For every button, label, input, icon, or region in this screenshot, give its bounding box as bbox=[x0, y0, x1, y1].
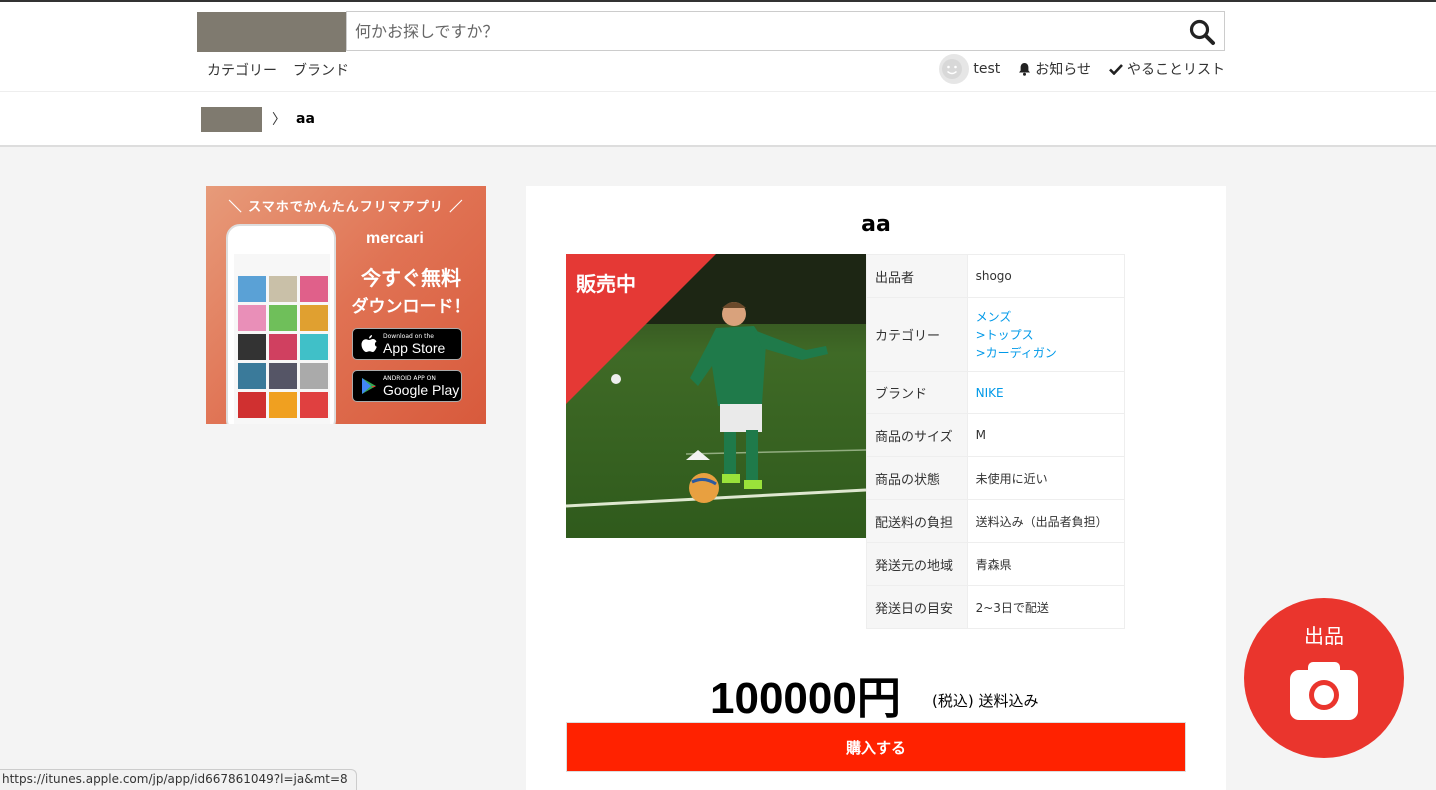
detail-label: 商品の状態 bbox=[866, 456, 968, 500]
item-details-table: 出品者 shogo カテゴリー メンズ >トップス >カーディガン ブランド N… bbox=[866, 254, 1126, 629]
mercari-logo: mercari bbox=[366, 230, 424, 247]
detail-row-condition: 商品の状態 未使用に近い bbox=[866, 456, 1126, 500]
detail-row-ship-days: 発送日の目安 2~3日で配送 bbox=[866, 585, 1126, 629]
category-links: メンズ >トップス >カーディガン bbox=[966, 297, 1126, 372]
apple-icon bbox=[361, 335, 377, 352]
ship-from-value: 青森県 bbox=[966, 542, 1126, 586]
sell-label: 出品 bbox=[1304, 624, 1344, 648]
item-price: 100000円 bbox=[710, 674, 901, 723]
smiley-icon bbox=[942, 59, 963, 79]
on-sale-badge: 販売中 bbox=[576, 272, 636, 296]
detail-label: 出品者 bbox=[866, 254, 968, 298]
ad-tagline: ＼ スマホでかんたんフリマアプリ ／ bbox=[228, 200, 464, 215]
site-header: カテゴリー ブランド test お知らせ bbox=[0, 0, 1436, 92]
ship-days-value: 2~3日で配送 bbox=[966, 585, 1126, 629]
detail-label: ブランド bbox=[866, 371, 968, 414]
breadcrumb-home-link[interactable] bbox=[201, 107, 262, 132]
avatar bbox=[939, 54, 970, 84]
search-input[interactable] bbox=[347, 12, 1167, 50]
detail-row-shipping-fee: 配送料の負担 送料込み（出品者負担） bbox=[866, 499, 1126, 543]
size-value: M bbox=[966, 413, 1126, 457]
item-title: aa bbox=[861, 212, 891, 237]
detail-label: 商品のサイズ bbox=[866, 413, 968, 457]
detail-label: 配送料の負担 bbox=[866, 499, 968, 543]
price-row: 100000円 (税込) 送料込み bbox=[526, 662, 1226, 723]
tax-note: (税込) 送料込み bbox=[932, 692, 1039, 710]
ad-headline: 今すぐ無料 bbox=[361, 266, 461, 290]
check-icon bbox=[1109, 64, 1123, 75]
google-play-button[interactable]: ANDROID APP ON Google Play bbox=[352, 370, 462, 402]
detail-row-category: カテゴリー メンズ >トップス >カーディガン bbox=[866, 297, 1126, 372]
category-link-cardigan[interactable]: >カーディガン bbox=[976, 344, 1116, 362]
brand-link[interactable]: NIKE bbox=[976, 384, 1116, 402]
app-store-text: App Store bbox=[383, 339, 446, 356]
item-card: aa 販売中 出品者 shogo カテゴリー メンズ >トップス >カーディガン… bbox=[526, 186, 1226, 790]
condition-value: 未使用に近い bbox=[966, 456, 1126, 500]
detail-label: カテゴリー bbox=[866, 297, 968, 372]
breadcrumb-separator: 〉 bbox=[272, 112, 286, 128]
notifications-label: お知らせ bbox=[1035, 62, 1091, 78]
detail-row-ship-from: 発送元の地域 青森県 bbox=[866, 542, 1126, 586]
status-bar-url: https://itunes.apple.com/jp/app/id667861… bbox=[0, 769, 357, 790]
nav-brand-link[interactable]: ブランド bbox=[293, 60, 349, 80]
buy-button[interactable]: 購入する bbox=[566, 722, 1186, 772]
phone-illustration bbox=[226, 224, 336, 424]
breadcrumb: 〉 aa bbox=[0, 92, 1436, 147]
detail-label: 発送日の目安 bbox=[866, 585, 968, 629]
detail-row-size: 商品のサイズ M bbox=[866, 413, 1126, 457]
nav-category-link[interactable]: カテゴリー bbox=[207, 60, 277, 80]
detail-row-seller: 出品者 shogo bbox=[866, 254, 1126, 298]
ad-subheadline: ダウンロード！ bbox=[351, 297, 471, 317]
app-store-button[interactable]: Download on the App Store bbox=[352, 328, 462, 360]
notifications-link[interactable]: お知らせ bbox=[1018, 59, 1091, 79]
play-store-icon bbox=[362, 378, 376, 394]
todo-label: やることリスト bbox=[1127, 62, 1225, 78]
header-nav-right: test お知らせ やることリスト bbox=[939, 54, 1225, 84]
user-name: test bbox=[973, 61, 1001, 77]
phone-screen bbox=[234, 254, 330, 424]
search-icon[interactable] bbox=[1188, 18, 1216, 46]
site-logo[interactable] bbox=[197, 12, 346, 52]
category-link-mens[interactable]: メンズ bbox=[976, 308, 1116, 326]
google-play-small-text: ANDROID APP ON bbox=[383, 374, 436, 382]
breadcrumb-current: aa bbox=[296, 111, 315, 127]
product-thumbnail-grid bbox=[238, 276, 328, 418]
todo-list-link[interactable]: やることリスト bbox=[1109, 59, 1225, 79]
shipping-fee-value: 送料込み（出品者負担） bbox=[966, 499, 1126, 543]
category-link-tops[interactable]: >トップス bbox=[976, 326, 1116, 344]
bell-icon bbox=[1019, 63, 1031, 76]
search-bar bbox=[346, 11, 1225, 51]
camera-icon bbox=[1290, 662, 1358, 720]
detail-row-brand: ブランド NIKE bbox=[866, 371, 1126, 414]
google-play-text: Google Play bbox=[383, 381, 460, 398]
header-nav-left: カテゴリー ブランド bbox=[207, 60, 349, 80]
user-menu[interactable]: test bbox=[939, 54, 1000, 84]
seller-name[interactable]: shogo bbox=[966, 254, 1126, 298]
app-store-small-text: Download on the bbox=[383, 332, 434, 340]
sell-button[interactable]: 出品 bbox=[1244, 598, 1404, 758]
detail-label: 発送元の地域 bbox=[866, 542, 968, 586]
item-photo[interactable]: 販売中 bbox=[566, 254, 866, 538]
app-download-banner[interactable]: ＼ スマホでかんたんフリマアプリ ／ mercari 今すぐ無料 ダウンロード！… bbox=[206, 186, 486, 424]
